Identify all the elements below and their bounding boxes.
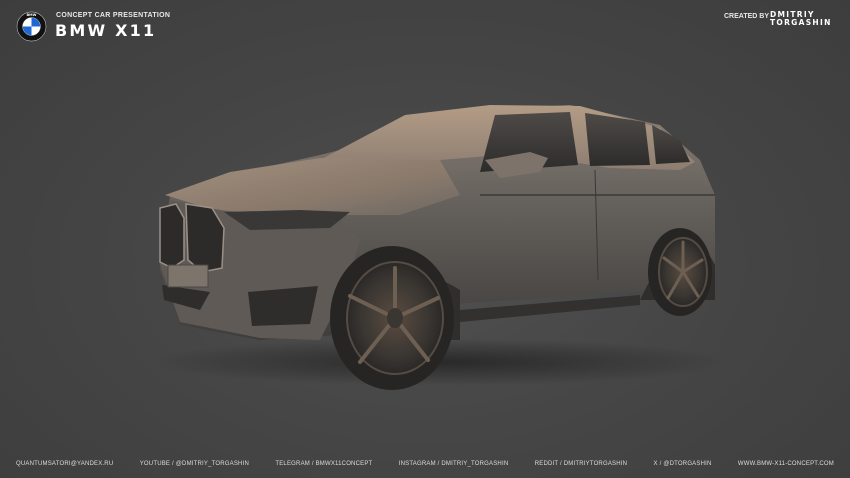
author-last-name: TORGASHIN [770, 18, 832, 27]
car-render [150, 105, 730, 390]
email-link[interactable]: QUANTUMSATORI@YANDEX.RU [16, 461, 113, 467]
author-name: DMITRIY TORGASHIN [770, 11, 840, 27]
instagram-link[interactable]: INSTAGRAM / DMITRIY_TORGASHIN [399, 461, 509, 467]
reddit-link[interactable]: REDDIT / DMITRIYTORGASHIN [535, 461, 627, 467]
bmw-logo-icon: BMW [16, 11, 47, 42]
credit-label: CREATED BY [724, 13, 769, 20]
presentation-subtitle: CONCEPT CAR PRESENTATION [56, 12, 171, 19]
youtube-link[interactable]: YOUTUBE / @DMITRIY_TORGASHIN [140, 461, 249, 467]
bmw-logo-letters: BMW [27, 13, 37, 17]
telegram-link[interactable]: TELEGRAM / BMWX11CONCEPT [275, 461, 372, 467]
model-title: BMW X11 [55, 21, 157, 40]
website-link[interactable]: WWW.BMW-X11-CONCEPT.COM [738, 461, 834, 467]
x-link[interactable]: X / @DTORGASHIN [654, 461, 712, 467]
footer-links: QUANTUMSATORI@YANDEX.RU YOUTUBE / @DMITR… [16, 461, 834, 467]
